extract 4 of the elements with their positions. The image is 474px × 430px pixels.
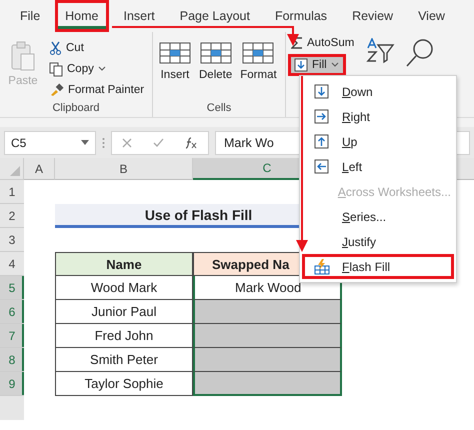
group-label: Clipboard <box>51 102 101 116</box>
table-cell: Wood Mark <box>55 276 193 300</box>
group-label: Cells <box>206 102 232 116</box>
table-header-cell: Name <box>55 252 193 276</box>
